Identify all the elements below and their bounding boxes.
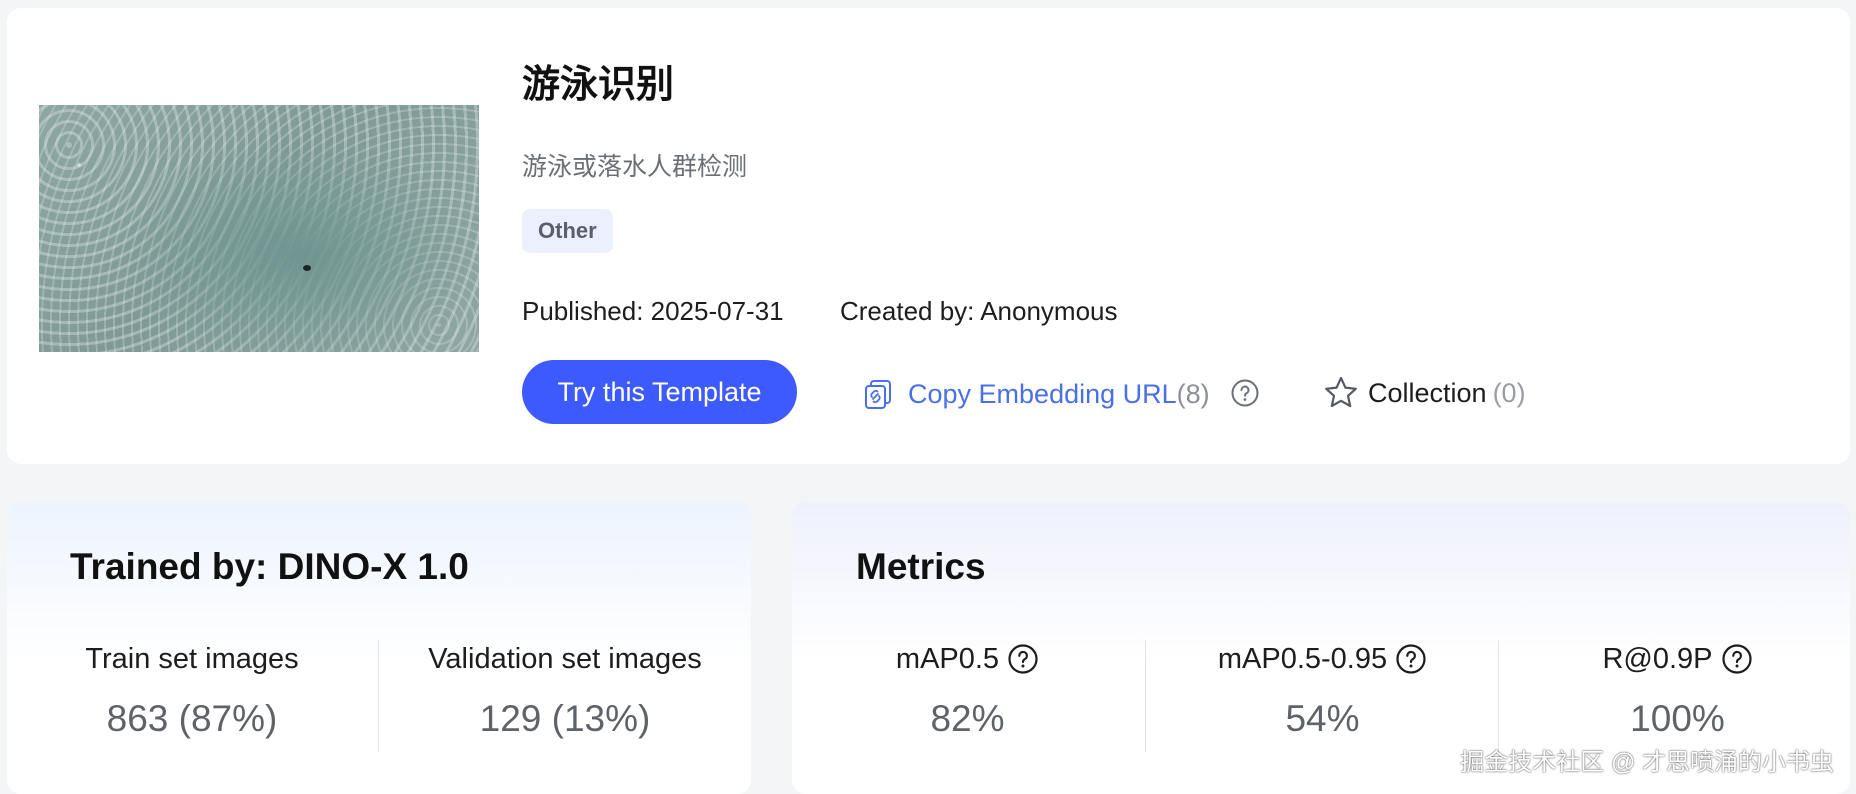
stat-divider (378, 640, 379, 752)
help-circle-icon[interactable] (1721, 643, 1753, 675)
published-date: Published: 2025-07-31 (522, 296, 784, 326)
category-tag: Other (522, 209, 613, 253)
copy-embedding-url-link[interactable]: Copy Embedding URL (8) (862, 374, 1210, 414)
template-subtitle: 游泳或落水人群检测 (522, 153, 748, 181)
star-outline-icon (1325, 376, 1357, 408)
copy-url-label: Copy Embedding URL (908, 378, 1177, 409)
metric-recall-label: R@0.9P (1602, 642, 1713, 675)
help-circle-icon[interactable] (1395, 643, 1427, 675)
validation-set-stat: Validation set images 129 (13%) (392, 640, 738, 740)
train-set-stat: Train set images 863 (87%) (50, 640, 334, 740)
collection-button[interactable]: Collection (0) (1322, 372, 1526, 414)
metric-map50-value: 82% (930, 698, 1005, 739)
metric-recall-at-precision: R@0.9P 100% (1530, 640, 1825, 740)
template-title: 游泳识别 (522, 64, 675, 106)
try-template-button[interactable]: Try this Template (522, 360, 797, 424)
help-circle-icon[interactable] (1007, 643, 1039, 675)
metric-map50-95-value: 54% (1285, 698, 1360, 739)
template-thumbnail (39, 105, 479, 352)
metric-map50: mAP0.5 82% (830, 640, 1105, 740)
validation-set-label: Validation set images (428, 642, 702, 675)
created-by: Created by: Anonymous (840, 296, 1118, 326)
metric-map50-95-label: mAP0.5-0.95 (1217, 642, 1388, 675)
collection-label: Collection (1368, 377, 1487, 408)
swimmer-figure (303, 265, 311, 271)
metrics-title: Metrics (856, 546, 986, 587)
train-set-label: Train set images (85, 642, 299, 675)
train-set-value: 863 (87%) (106, 698, 278, 739)
metric-map50-95: mAP0.5-0.95 54% (1175, 640, 1470, 740)
training-title: Trained by: DINO-X 1.0 (70, 546, 469, 587)
watermark: 掘金技术社区 @ 才思喷涌的小书虫 (1460, 749, 1834, 776)
stat-divider (1498, 640, 1499, 752)
metric-recall-value: 100% (1630, 698, 1725, 739)
metric-map50-label: mAP0.5 (895, 642, 1000, 675)
help-circle-icon[interactable] (1230, 378, 1260, 408)
stat-divider (1145, 640, 1146, 752)
link-copy-icon (865, 380, 891, 409)
copy-url-count: (8) (1176, 378, 1210, 409)
collection-count: (0) (1492, 377, 1526, 408)
page: 游泳识别 游泳或落水人群检测 Other Published: 2025-07-… (0, 0, 1856, 794)
validation-set-value: 129 (13%) (479, 698, 651, 739)
